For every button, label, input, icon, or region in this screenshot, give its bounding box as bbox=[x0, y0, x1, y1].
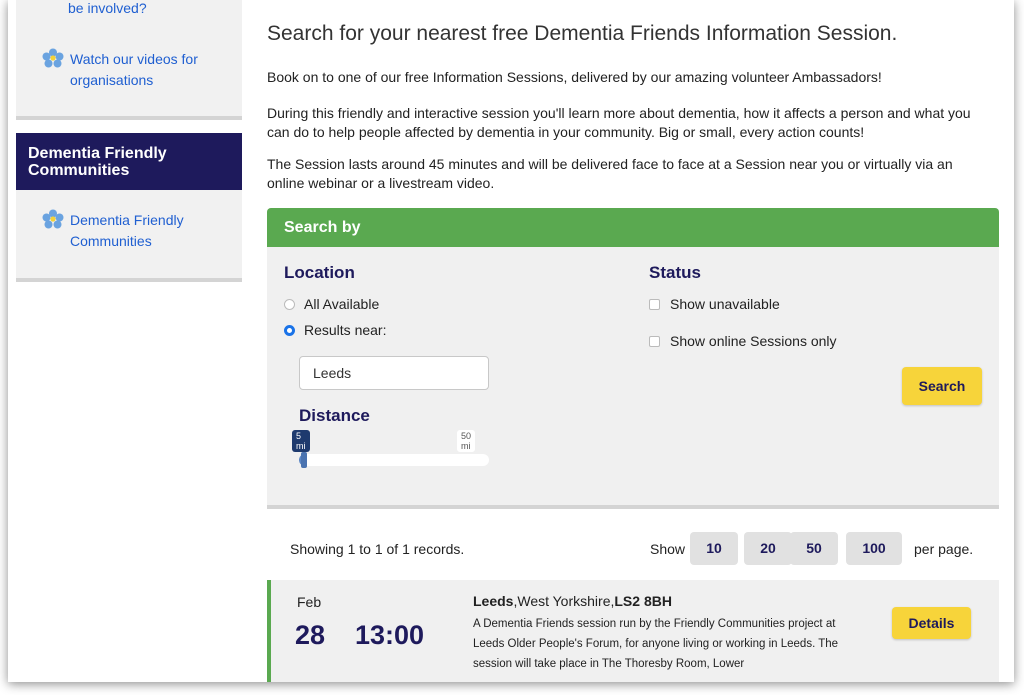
distance-title: Distance bbox=[299, 406, 370, 425]
option-show-online-label: Show online Sessions only bbox=[670, 333, 837, 349]
option-results-near-label: Results near: bbox=[304, 322, 387, 338]
option-show-unavailable-label: Show unavailable bbox=[670, 296, 780, 312]
per-page-label: per page. bbox=[914, 541, 974, 557]
radio-results-near[interactable] bbox=[284, 324, 295, 336]
page-size-100[interactable]: 100 bbox=[846, 532, 902, 565]
distance-slider-handle[interactable] bbox=[301, 452, 307, 468]
distance-slider-track[interactable] bbox=[299, 452, 489, 468]
status-title: Status bbox=[649, 263, 701, 282]
search-panel: Search by Location All Available Results… bbox=[267, 208, 999, 509]
option-show-online[interactable]: Show online Sessions only bbox=[649, 333, 837, 349]
sidebar-item-communities[interactable]: Dementia Friendly Communities bbox=[16, 190, 242, 252]
sidebar-item-communities-label: Dementia Friendly Communities bbox=[70, 212, 184, 249]
session-postcode: LS2 8BH bbox=[614, 593, 672, 609]
session-day: 28 bbox=[295, 620, 326, 650]
checkbox-show-online[interactable] bbox=[649, 335, 660, 347]
option-all-available[interactable]: All Available bbox=[284, 296, 379, 312]
radio-all-available[interactable] bbox=[284, 298, 295, 310]
session-city: Leeds bbox=[473, 593, 514, 609]
session-month: Feb bbox=[297, 594, 322, 610]
sidebar-heading-communities: Dementia Friendly Communities bbox=[16, 133, 242, 190]
sidebar-block-communities: Dementia Friendly Communities bbox=[16, 190, 242, 282]
sidebar: be involved? Watch our videos for organi… bbox=[16, 0, 242, 282]
intro-paragraph-2: During this friendly and interactive ses… bbox=[267, 105, 971, 140]
session-result-item: Feb 28 13:00 Leeds,West Yorkshire,LS2 8B… bbox=[267, 580, 999, 682]
session-county: ,West Yorkshire, bbox=[513, 593, 615, 609]
location-title: Location bbox=[284, 263, 355, 282]
forget-me-not-icon bbox=[42, 209, 64, 229]
page-title: Search for your nearest free Dementia Fr… bbox=[267, 22, 898, 45]
sidebar-block-involved: be involved? Watch our videos for organi… bbox=[16, 0, 242, 120]
page-size-20[interactable]: 20 bbox=[744, 532, 792, 565]
session-description: A Dementia Friends session run by the Fr… bbox=[473, 618, 839, 670]
search-button[interactable]: Search bbox=[902, 367, 982, 405]
option-show-unavailable[interactable]: Show unavailable bbox=[649, 296, 780, 312]
location-input[interactable]: Leeds bbox=[299, 356, 489, 390]
option-results-near[interactable]: Results near: bbox=[284, 322, 386, 338]
distance-min-tooltip: 5 mi bbox=[292, 430, 310, 452]
sidebar-item-videos[interactable]: Watch our videos for organisations bbox=[16, 48, 220, 91]
distance-max-tooltip: 50 mi bbox=[457, 430, 476, 452]
intro-paragraph-1: Book on to one of our free Information S… bbox=[267, 69, 882, 85]
page-size-10[interactable]: 10 bbox=[690, 532, 738, 565]
option-all-available-label: All Available bbox=[304, 296, 380, 312]
sidebar-clipped-link-label: be involved? bbox=[68, 0, 147, 16]
page-frame: be involved? Watch our videos for organi… bbox=[8, 0, 1014, 682]
session-location: Leeds,West Yorkshire,LS2 8BH bbox=[473, 593, 672, 609]
show-label: Show bbox=[650, 541, 686, 557]
forget-me-not-icon bbox=[42, 48, 64, 68]
session-time: 13:00 bbox=[355, 620, 425, 650]
records-count: Showing 1 to 1 of 1 records. bbox=[290, 541, 465, 557]
search-panel-header: Search by bbox=[267, 208, 999, 247]
intro-paragraph-3: The Session lasts around 45 minutes and … bbox=[267, 156, 953, 191]
details-button[interactable]: Details bbox=[892, 607, 971, 639]
sidebar-item-videos-label: Watch our videos for organisations bbox=[70, 51, 198, 88]
page-size-50[interactable]: 50 bbox=[790, 532, 838, 565]
checkbox-show-unavailable[interactable] bbox=[649, 298, 660, 310]
